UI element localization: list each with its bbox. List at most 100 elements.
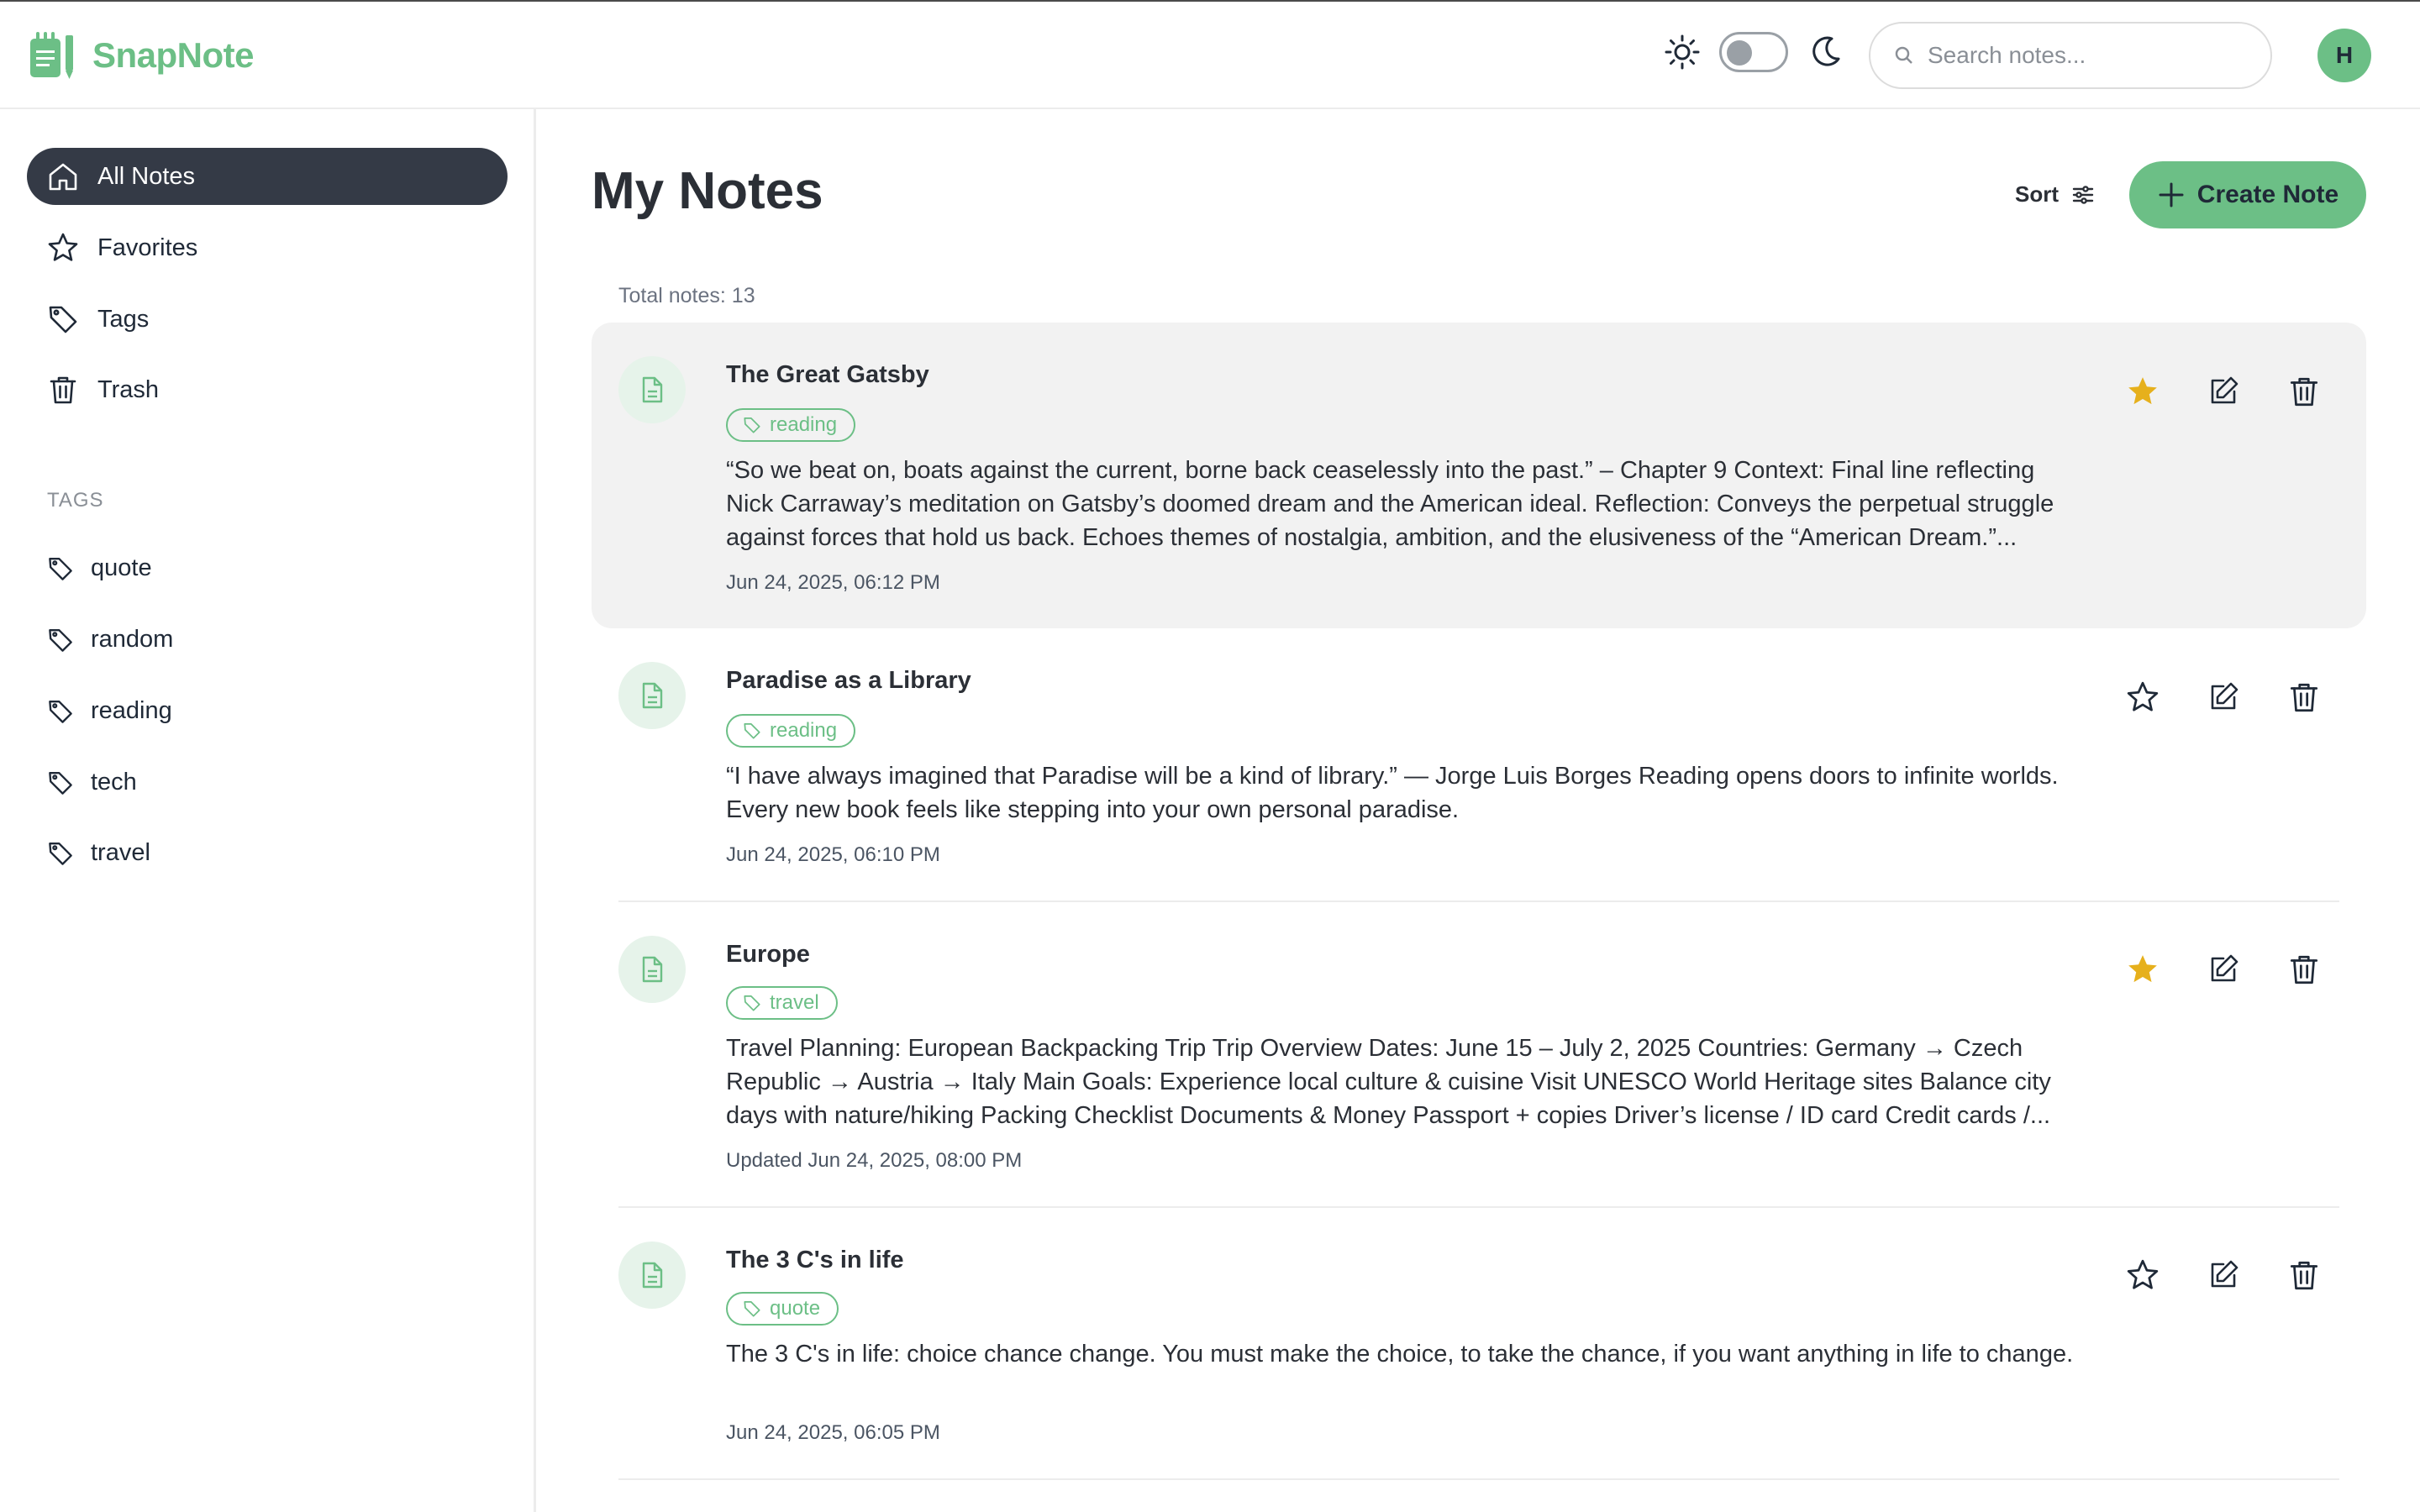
sidebar-item-label: Trash <box>97 375 160 403</box>
sidebar-tag-reading[interactable]: reading <box>47 697 172 725</box>
trash-icon[interactable] <box>2287 680 2321 714</box>
tags-heading: TAGS <box>47 489 104 512</box>
star-filled-icon[interactable] <box>2126 375 2160 408</box>
note-type-badge <box>618 936 686 1003</box>
note-card[interactable]: The Great Gatsby reading “So we beat on,… <box>592 323 2366 628</box>
sidebar-tag-travel[interactable]: travel <box>47 839 150 867</box>
note-date: Jun 24, 2025, 06:05 PM <box>726 1421 940 1444</box>
theme-toggle <box>1664 32 1844 72</box>
sidebar-tag-random[interactable]: random <box>47 626 173 654</box>
edit-icon[interactable] <box>2207 680 2240 714</box>
tag-icon <box>49 700 72 723</box>
note-tag-label: quote <box>770 1297 821 1320</box>
avatar[interactable]: H <box>2317 29 2371 82</box>
sidebar-item-tags[interactable]: Tags <box>27 291 508 348</box>
notepad-icon <box>30 32 73 79</box>
app-name: SnapNote <box>92 35 255 75</box>
trash-icon[interactable] <box>2287 953 2321 986</box>
note-date: Jun 24, 2025, 06:10 PM <box>726 843 940 866</box>
note-card[interactable]: Paradise as a Library reading “I have al… <box>592 630 2366 900</box>
sidebar: All Notes Favorites Tags Trash TAGS quot… <box>0 109 536 1512</box>
sun-icon[interactable] <box>1664 34 1701 71</box>
home-icon <box>49 163 77 191</box>
note-tag[interactable]: quote <box>726 1292 839 1326</box>
note-tag-label: reading <box>770 413 838 436</box>
search-box[interactable] <box>1869 22 2272 89</box>
star-icon[interactable] <box>2126 1258 2160 1292</box>
sidebar-item-label: Tags <box>97 305 150 333</box>
sidebar-tag-label: travel <box>91 839 150 866</box>
note-preview: Travel Planning: European Backpacking Tr… <box>726 1035 2051 1129</box>
note-preview: The 3 C's in life: choice chance change.… <box>726 1341 2074 1368</box>
sidebar-tag-label: random <box>91 626 174 653</box>
note-tag[interactable]: travel <box>726 986 838 1020</box>
tag-icon <box>49 306 77 333</box>
edit-icon[interactable] <box>2207 1258 2240 1292</box>
total-notes-count: Total notes: 13 <box>618 284 755 307</box>
tag-icon <box>744 1301 760 1317</box>
note-title[interactable]: The Great Gatsby <box>726 361 929 389</box>
note-type-badge <box>618 1242 686 1309</box>
sidebar-tag-tech[interactable]: tech <box>47 769 137 796</box>
note-card[interactable]: The 3 C's in life quote The 3 C's in lif… <box>592 1208 2366 1480</box>
switch-knob <box>1727 40 1752 66</box>
note-actions <box>2126 375 2321 408</box>
note-actions <box>2126 680 2321 714</box>
note-date: Jun 24, 2025, 06:12 PM <box>726 571 940 594</box>
star-icon <box>48 233 78 261</box>
create-note-button[interactable]: Create Note <box>2129 161 2366 228</box>
app-logo[interactable]: SnapNote <box>29 30 255 81</box>
note-title[interactable]: Paradise as a Library <box>726 667 971 695</box>
trash-icon[interactable] <box>2287 1258 2321 1292</box>
note-type-badge <box>618 662 686 729</box>
note-actions <box>2126 953 2321 986</box>
note-tag[interactable]: reading <box>726 714 856 748</box>
sidebar-item-favorites[interactable]: Favorites <box>27 219 508 276</box>
note-tag[interactable]: reading <box>726 408 856 442</box>
top-bar: SnapNote H <box>0 0 2420 109</box>
tag-icon <box>744 995 760 1011</box>
sidebar-item-trash[interactable]: Trash <box>27 361 508 418</box>
tag-icon <box>744 417 760 433</box>
note-preview: “I have always imagined that Paradise wi… <box>726 763 2059 823</box>
sidebar-item-label: Favorites <box>97 234 198 261</box>
trash-icon <box>50 376 76 404</box>
note-actions <box>2126 1258 2321 1292</box>
dark-mode-switch[interactable] <box>1719 32 1788 72</box>
sort-button[interactable]: Sort <box>2015 181 2096 207</box>
page-title: My Notes <box>592 162 823 220</box>
edit-icon[interactable] <box>2207 375 2240 408</box>
note-type-badge <box>618 356 686 423</box>
sort-label: Sort <box>2015 181 2059 207</box>
star-icon[interactable] <box>2126 680 2160 714</box>
tag-icon <box>744 723 760 739</box>
moon-icon[interactable] <box>1807 34 1844 71</box>
document-icon <box>642 1262 663 1289</box>
search-icon <box>1895 46 1912 64</box>
note-preview: “So we beat on, boats against the curren… <box>726 457 2054 551</box>
tag-icon <box>49 628 72 652</box>
sidebar-tag-label: quote <box>91 554 152 581</box>
search-input[interactable] <box>1928 42 2247 69</box>
sidebar-tag-label: reading <box>91 697 172 724</box>
note-title[interactable]: The 3 C's in life <box>726 1247 904 1274</box>
note-title[interactable]: Europe <box>726 941 810 969</box>
trash-icon[interactable] <box>2287 375 2321 408</box>
edit-icon[interactable] <box>2207 953 2240 986</box>
sidebar-item-label: All Notes <box>97 162 196 190</box>
star-filled-icon[interactable] <box>2126 953 2160 986</box>
plus-icon <box>2159 182 2184 207</box>
document-icon <box>642 682 663 709</box>
note-tag-label: reading <box>770 719 838 742</box>
divider <box>618 1478 2339 1480</box>
document-icon <box>642 956 663 983</box>
sliders-icon <box>2072 185 2094 204</box>
sidebar-tag-label: tech <box>91 769 137 795</box>
note-card[interactable]: Europe travel Travel Planning: European … <box>592 902 2366 1206</box>
tag-icon <box>49 842 72 865</box>
note-date: Updated Jun 24, 2025, 08:00 PM <box>726 1149 1023 1172</box>
sidebar-tag-quote[interactable]: quote <box>47 554 152 582</box>
tag-icon <box>49 557 72 580</box>
sidebar-item-all-notes[interactable]: All Notes <box>27 148 508 205</box>
tag-icon <box>49 771 72 795</box>
